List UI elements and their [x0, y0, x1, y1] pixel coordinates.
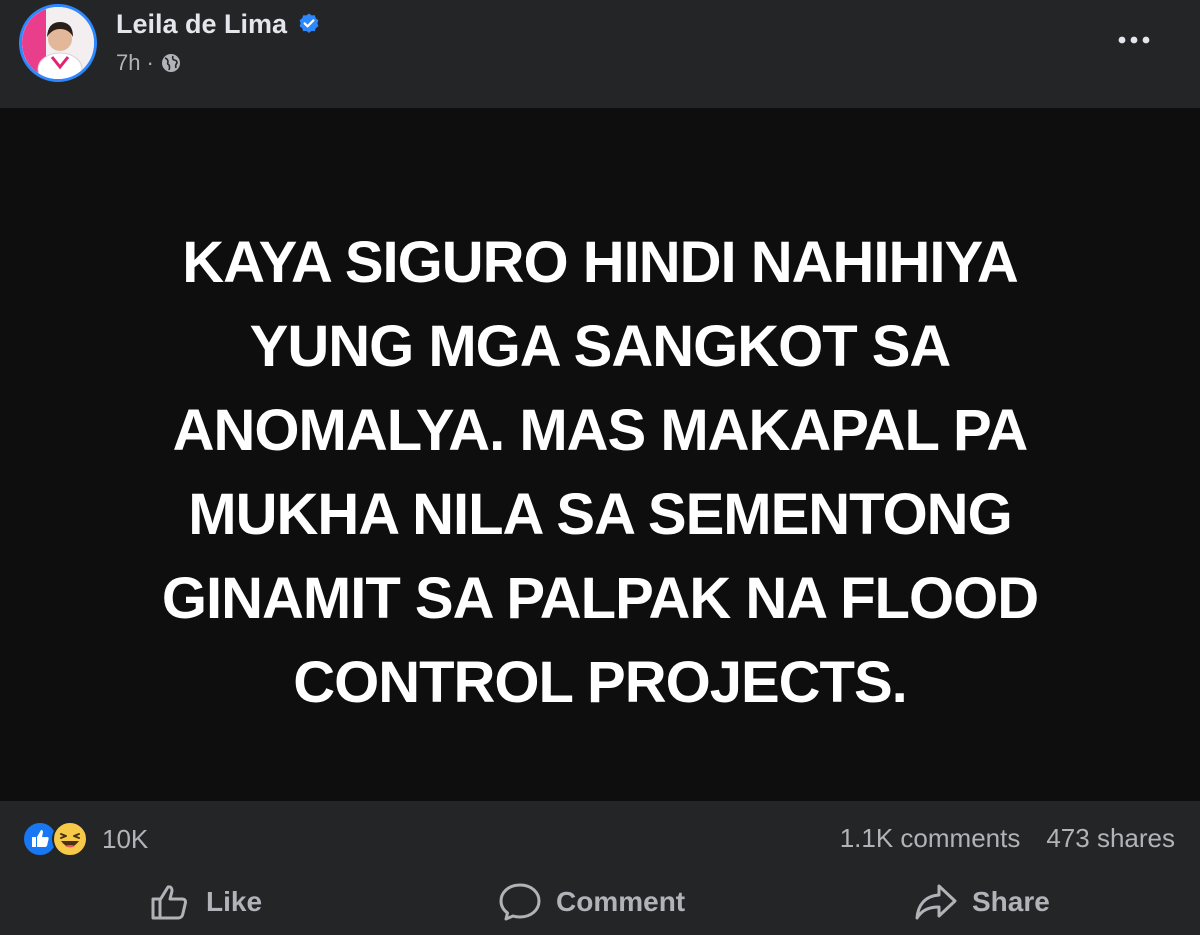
author-name[interactable]: Leila de Lima [116, 7, 287, 41]
comments-count-link[interactable]: 1.1K comments [840, 823, 1021, 854]
post-text-line: CONTROL PROJECTS. [293, 650, 908, 715]
post-text-line: ANOMALYA. MAS MAKAPAL PA [172, 398, 1029, 463]
thumbs-up-icon [151, 885, 187, 920]
more-options-icon [1118, 36, 1150, 44]
like-button[interactable]: Like [150, 882, 262, 922]
verified-badge-icon [297, 12, 321, 36]
post-meta: 7h · [116, 48, 182, 78]
post-text-line: MUKHA NILA SA SEMENTONG [188, 482, 1012, 547]
author-row: Leila de Lima [116, 7, 321, 41]
haha-reaction-icon [52, 821, 88, 857]
engagement-counts: 1.1K comments 473 shares [840, 823, 1175, 854]
post-text-card[interactable]: KAYA SIGURO HINDI NAHIHIYA YUNG MGA SANG… [0, 108, 1200, 801]
post-actions: Like Comment Share [0, 870, 1200, 935]
comment-bubble-icon [499, 883, 541, 921]
shares-count-link[interactable]: 473 shares [1046, 823, 1175, 854]
reaction-count: 10K [102, 823, 149, 854]
facebook-post: Leila de Lima 7h · KAYA SIGURO HINDI NAH… [0, 0, 1200, 935]
comment-label: Comment [556, 886, 686, 917]
post-header: Leila de Lima 7h · [0, 0, 1200, 108]
globe-icon[interactable] [160, 52, 182, 74]
post-stats: 10K 1.1K comments 473 shares [0, 801, 1200, 879]
avatar-photo [22, 7, 94, 79]
post-text-line: GINAMIT SA PALPAK NA FLOOD [161, 566, 1039, 631]
like-label: Like [206, 886, 263, 917]
post-text: KAYA SIGURO HINDI NAHIHIYA YUNG MGA SANG… [90, 221, 1110, 725]
share-label: Share [972, 886, 1050, 917]
more-options-button[interactable] [1112, 18, 1156, 62]
post-text-line: KAYA SIGURO HINDI NAHIHIYA [182, 230, 1019, 295]
post-time[interactable]: 7h [116, 48, 140, 78]
reactions-summary[interactable]: 10K [22, 821, 148, 857]
share-arrow-icon [915, 884, 957, 920]
author-avatar[interactable] [19, 4, 97, 82]
share-button[interactable]: Share [914, 882, 1050, 922]
meta-separator: · [146, 50, 154, 75]
post-text-line: YUNG MGA SANGKOT SA [249, 314, 952, 379]
comment-button[interactable]: Comment [498, 882, 685, 922]
